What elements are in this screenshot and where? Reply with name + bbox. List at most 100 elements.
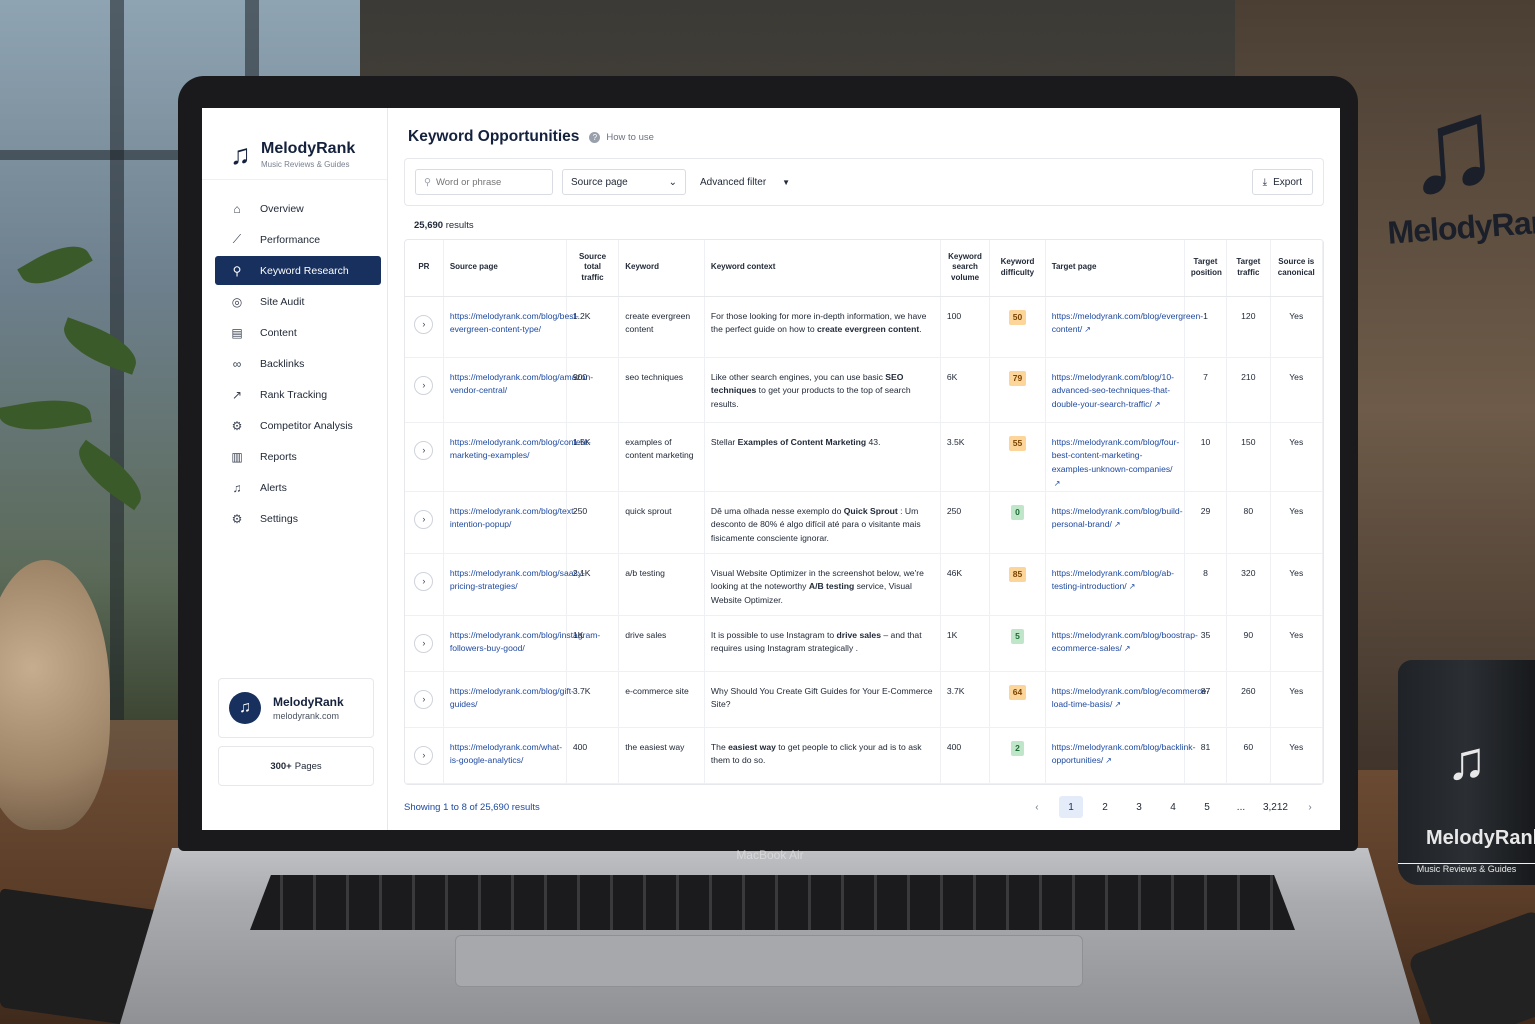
table-row[interactable]: › https://melodyrank.com/blog/content-mar… bbox=[405, 422, 1323, 492]
col-header-source-traffic[interactable]: Source total traffic bbox=[566, 240, 620, 297]
chevron-right-icon[interactable]: › bbox=[414, 571, 434, 591]
difficulty-badge: 85 bbox=[1008, 566, 1027, 583]
source-traffic-cell: 1.2K bbox=[566, 296, 620, 358]
col-header-pr[interactable]: PR bbox=[405, 240, 444, 297]
context-keyword: easiest way bbox=[728, 741, 776, 752]
results-label: results bbox=[445, 220, 474, 231]
music-note-icon: ♫ bbox=[230, 138, 251, 170]
canonical-cell: Yes bbox=[1270, 615, 1323, 672]
search-icon: ⚲ bbox=[232, 263, 242, 278]
sidebar-item-rank-tracking[interactable]: ↗ Rank Tracking bbox=[215, 380, 381, 409]
table-row[interactable]: › https://melodyrank.com/blog/instagram-f… bbox=[405, 615, 1323, 672]
pages-card[interactable]: 300+ Pages bbox=[218, 746, 374, 786]
external-link-icon[interactable]: ↗ bbox=[1054, 479, 1061, 488]
col-header-volume[interactable]: Keyword search volume bbox=[940, 240, 991, 297]
volume-cell: 100 bbox=[940, 296, 991, 358]
target-page-link[interactable]: https://melodyrank.com/blog/four-best-co… bbox=[1052, 437, 1180, 475]
sidebar-item-keyword-research[interactable]: ⚲ Keyword Research bbox=[215, 256, 381, 285]
external-link-icon[interactable]: ↗ bbox=[1114, 520, 1121, 529]
context-text: 43. bbox=[866, 436, 881, 447]
sidebar-item-overview[interactable]: ⌂ Overview bbox=[215, 194, 381, 223]
chevron-right-icon[interactable]: › bbox=[414, 375, 434, 395]
context-cell: Stellar Examples of Content Marketing 43… bbox=[704, 422, 941, 492]
target-traffic-cell: 320 bbox=[1226, 553, 1271, 616]
target-page-link[interactable]: https://melodyrank.com/blog/evergreen-co… bbox=[1052, 311, 1203, 335]
advanced-filter-button[interactable]: Advanced filter ▼ bbox=[700, 177, 790, 188]
page-button[interactable]: 2 bbox=[1093, 796, 1117, 818]
sidebar-item-backlinks[interactable]: ∞ Backlinks bbox=[215, 349, 381, 378]
context-text: . bbox=[919, 324, 922, 335]
source-traffic-cell: 250 bbox=[566, 491, 620, 554]
page-button[interactable]: 1 bbox=[1058, 796, 1083, 818]
target-page-link[interactable]: https://melodyrank.com/blog/backlink-opp… bbox=[1052, 742, 1196, 766]
search-input[interactable] bbox=[435, 176, 546, 188]
table-row[interactable]: › https://melodyrank.com/what-is-google-a… bbox=[405, 727, 1323, 784]
source-page-link[interactable]: https://melodyrank.com/what-is-google-an… bbox=[450, 742, 562, 766]
chevron-right-icon[interactable]: › bbox=[414, 314, 434, 334]
col-header-context[interactable]: Keyword context bbox=[704, 240, 941, 297]
source-page-link[interactable]: https://melodyrank.com/blog/saasy-pricin… bbox=[450, 568, 585, 592]
pr-cell: › bbox=[405, 553, 444, 616]
canonical-cell: Yes bbox=[1270, 553, 1323, 616]
table-row[interactable]: › https://melodyrank.com/blog/text-intent… bbox=[405, 491, 1323, 554]
bell-icon: ♫ bbox=[232, 480, 242, 495]
col-header-keyword[interactable]: Keyword bbox=[618, 240, 705, 297]
search-box[interactable]: ⚲ bbox=[415, 169, 553, 195]
source-page-link[interactable]: https://melodyrank.com/blog/gift-guides/ bbox=[450, 686, 574, 710]
col-header-target-position[interactable]: Target position bbox=[1184, 240, 1228, 297]
col-header-target-page[interactable]: Target page bbox=[1045, 240, 1185, 297]
col-header-source-page[interactable]: Source page bbox=[443, 240, 567, 297]
page-button[interactable]: 3,212 bbox=[1263, 796, 1288, 818]
source-page-link[interactable]: https://melodyrank.com/blog/text-intenti… bbox=[450, 506, 577, 530]
table-row[interactable]: › https://melodyrank.com/blog/amazon-vend… bbox=[405, 357, 1323, 423]
source-page-cell: https://melodyrank.com/what-is-google-an… bbox=[443, 727, 567, 784]
site-card[interactable]: ♫ MelodyRank melodyrank.com bbox=[218, 678, 374, 738]
chevron-right-icon[interactable]: › bbox=[414, 689, 434, 709]
chevron-right-icon[interactable]: › bbox=[414, 745, 434, 765]
chevron-right-icon[interactable]: › bbox=[414, 509, 434, 529]
external-link-icon[interactable]: ↗ bbox=[1124, 644, 1131, 653]
sidebar-item-competitor-analysis[interactable]: ⚙ Competitor Analysis bbox=[215, 411, 381, 440]
col-header-target-traffic[interactable]: Target traffic bbox=[1226, 240, 1271, 297]
chevron-left-icon[interactable]: ‹ bbox=[1025, 796, 1049, 818]
sidebar-item-reports[interactable]: ▥ Reports bbox=[215, 442, 381, 471]
export-button[interactable]: ⤓ Export bbox=[1251, 169, 1313, 195]
external-link-icon[interactable]: ↗ bbox=[1154, 400, 1161, 409]
page-button[interactable]: 3 bbox=[1127, 796, 1151, 818]
question-icon: ? bbox=[589, 131, 601, 143]
sidebar-item-site-audit[interactable]: ◎ Site Audit bbox=[215, 287, 381, 316]
context-cell: Visual Website Optimizer in the screensh… bbox=[704, 553, 941, 616]
table-row[interactable]: › https://melodyrank.com/blog/best-evergr… bbox=[405, 296, 1323, 358]
table-footer: Showing 1 to 8 of 25,690 results ‹ 1 2 3 4 5.… bbox=[404, 796, 1322, 818]
sidebar-item-alerts[interactable]: ♫ Alerts bbox=[215, 473, 381, 502]
help-link[interactable]: ? How to use bbox=[589, 131, 654, 143]
chevron-right-icon[interactable]: › bbox=[414, 633, 434, 653]
table-row[interactable]: › https://melodyrank.com/blog/gift-guides… bbox=[405, 671, 1323, 728]
external-link-icon[interactable]: ↗ bbox=[1105, 756, 1112, 765]
external-link-icon[interactable]: ↗ bbox=[1129, 582, 1136, 591]
chevron-right-icon[interactable]: › bbox=[1298, 796, 1322, 818]
target-page-link[interactable]: https://melodyrank.com/blog/ab-testing-i… bbox=[1052, 568, 1174, 592]
chevron-right-icon[interactable]: › bbox=[414, 440, 434, 460]
sidebar-item-performance[interactable]: ⟋ Performance bbox=[215, 225, 381, 254]
sidebar-item-label: Alerts bbox=[260, 481, 287, 494]
external-link-icon[interactable]: ↗ bbox=[1114, 700, 1121, 709]
external-link-icon[interactable]: ↗ bbox=[1084, 325, 1091, 334]
col-header-difficulty[interactable]: Keyword difficulty bbox=[989, 240, 1046, 297]
sidebar-item-content[interactable]: ▤ Content bbox=[215, 318, 381, 347]
source-traffic-cell: 900 bbox=[566, 357, 620, 423]
target-traffic-cell: 120 bbox=[1226, 296, 1271, 358]
volume-cell: 250 bbox=[940, 491, 991, 554]
table-body: › https://melodyrank.com/blog/best-evergr… bbox=[405, 296, 1323, 784]
difficulty-badge: 79 bbox=[1008, 370, 1027, 387]
source-page-cell: https://melodyrank.com/blog/saasy-pricin… bbox=[443, 553, 585, 616]
page-button[interactable]: 4 bbox=[1161, 796, 1185, 818]
source-page-select[interactable]: Source page ⌄ bbox=[562, 169, 686, 195]
brand[interactable]: ♫ MelodyRank Music Reviews & Guides bbox=[202, 108, 387, 180]
table-row[interactable]: › https://melodyrank.com/blog/saasy-prici… bbox=[405, 553, 1323, 616]
sidebar-item-settings[interactable]: ⚙ Settings bbox=[215, 504, 381, 533]
col-header-canonical[interactable]: Source is canonical bbox=[1270, 240, 1323, 297]
source-page-link[interactable]: https://melodyrank.com/blog/best-evergre… bbox=[450, 311, 579, 335]
page-button[interactable]: 5 bbox=[1195, 796, 1219, 818]
target-position-cell: 8 bbox=[1184, 553, 1228, 616]
